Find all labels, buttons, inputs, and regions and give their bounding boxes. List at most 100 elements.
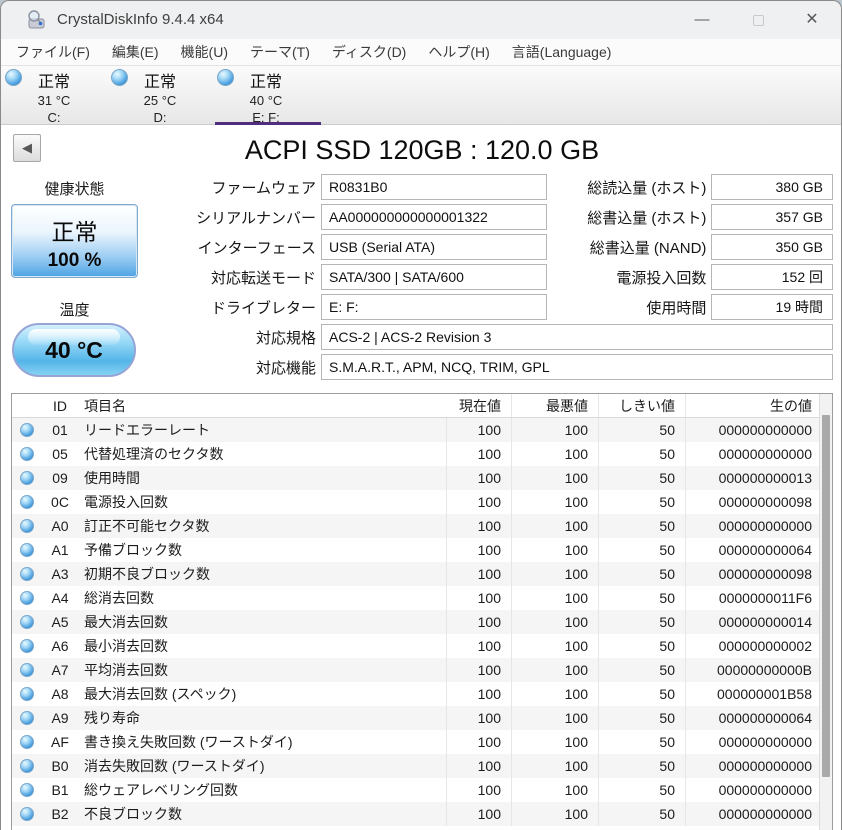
smart-table-row[interactable]: B1 総ウェアレベリング回数 100 100 50 000000000000 — [12, 778, 832, 802]
maximize-button[interactable] — [737, 1, 779, 39]
info-field-label: 総読込量 (ホスト) — [587, 179, 707, 197]
drive-temperature: 31 °C — [37, 93, 71, 108]
attribute-worst: 100 — [512, 562, 599, 586]
attribute-threshold: 50 — [599, 466, 686, 490]
attribute-worst: 100 — [512, 610, 599, 634]
smart-table-row[interactable]: B2 不良ブロック数 100 100 50 000000000000 — [12, 802, 832, 826]
smart-table-row[interactable]: A3 初期不良ブロック数 100 100 50 000000000098 — [12, 562, 832, 586]
attribute-raw-value: 0000000011F6 — [718, 590, 812, 606]
header-worst[interactable]: 最悪値 — [512, 394, 599, 417]
menu-item[interactable]: テーマ(T) — [239, 39, 321, 65]
info-field-label: 対応機能 — [255, 359, 316, 377]
attribute-threshold: 50 — [599, 442, 686, 466]
table-scrollbar-thumb[interactable] — [822, 415, 830, 777]
smart-table-row[interactable]: A9 残り寿命 100 100 50 000000000064 — [12, 706, 832, 730]
drive-tab[interactable]: 正常 25 °C D: — [107, 66, 213, 126]
attribute-threshold: 50 — [599, 514, 686, 538]
menu-item[interactable]: ディスク(D) — [321, 39, 417, 65]
info-field: 使用時間 19 時間 — [547, 294, 833, 320]
info-field: 対応転送モード SATA/300 | SATA/600 — [1, 264, 547, 290]
row-orb-cell — [12, 466, 42, 490]
attribute-current: 100 — [447, 538, 512, 562]
menu-bar: ファイル(F) 編集(E) 機能(U) テーマ(T) ディスク(D) ヘルプ(H) 言語(L… — [1, 39, 841, 65]
smart-table-row[interactable]: B0 消去失敗回数 (ワーストダイ) 100 100 50 0000000000… — [12, 754, 832, 778]
attribute-worst: 100 — [512, 730, 599, 754]
info-field: ファームウェア R0831B0 — [1, 174, 547, 200]
attribute-worst: 100 — [512, 778, 599, 802]
info-field: 対応機能 S.M.A.R.T., APM, NCQ, TRIM, GPL — [1, 354, 833, 380]
table-scrollbar[interactable] — [819, 394, 832, 830]
info-field-value: 19 時間 — [711, 294, 833, 320]
app-window: CrystalDiskInfo 9.4.4 x64 — ✕ ファイル(F) 編集(… — [0, 0, 842, 830]
info-field: ドライブレター E: F: — [1, 294, 547, 320]
menu-item[interactable]: 機能(U) — [170, 39, 239, 65]
smart-table-row[interactable]: 01 リードエラーレート 100 100 50 000000000000 — [12, 418, 832, 442]
attribute-raw-value: 000000000000 — [718, 734, 812, 750]
smart-table-row[interactable]: A4 総消去回数 100 100 50 0000000011F6 — [12, 586, 832, 610]
menu-item[interactable]: ヘルプ(H) — [417, 39, 500, 65]
attribute-status-orb-icon — [20, 639, 34, 653]
attribute-name: 使用時間 — [78, 466, 447, 490]
row-orb-cell — [12, 586, 42, 610]
info-field: シリアルナンバー AA000000000000001322 — [1, 204, 547, 230]
attribute-current: 100 — [447, 562, 512, 586]
smart-table-row[interactable]: A8 最大消去回数 (スペック) 100 100 50 000000001B58 — [12, 682, 832, 706]
drive-tab[interactable]: 正常 40 °C E: F: — [213, 66, 321, 126]
attribute-raw-value: 000000000098 — [718, 494, 812, 510]
attribute-name: 平均消去回数 — [78, 658, 447, 682]
close-button[interactable]: ✕ — [791, 1, 833, 39]
row-orb-cell — [12, 802, 42, 826]
minimize-button[interactable]: — — [681, 1, 723, 39]
menu-item[interactable]: 言語(Language) — [501, 39, 623, 65]
info-field-value: R0831B0 — [321, 174, 547, 200]
header-raw-value[interactable]: 生の値 — [686, 394, 820, 417]
info-field-label: シリアルナンバー — [196, 209, 316, 227]
smart-table-row[interactable]: AF 書き換え失敗回数 (ワーストダイ) 100 100 50 00000000… — [12, 730, 832, 754]
menu-item[interactable]: ファイル(F) — [5, 39, 101, 65]
attribute-raw-value: 000000000000 — [718, 446, 812, 462]
info-field-label: 総書込量 (NAND) — [589, 239, 707, 257]
smart-table-row[interactable]: 09 使用時間 100 100 50 000000000013 — [12, 466, 832, 490]
smart-table-row[interactable]: A6 最小消去回数 100 100 50 000000000002 — [12, 634, 832, 658]
attribute-worst: 100 — [512, 418, 599, 442]
menu-item[interactable]: 編集(E) — [101, 39, 170, 65]
attribute-name: 書き換え失敗回数 (ワーストダイ) — [78, 730, 447, 754]
attribute-name: 最小消去回数 — [78, 634, 447, 658]
drive-tab[interactable]: 正常 31 °C C: — [1, 66, 107, 126]
attribute-threshold: 50 — [599, 418, 686, 442]
attribute-threshold: 50 — [599, 682, 686, 706]
attribute-status-orb-icon — [20, 423, 34, 437]
attribute-status-orb-icon — [20, 711, 34, 725]
attribute-raw-value: 000000000013 — [718, 470, 812, 486]
attribute-raw-value: 000000000002 — [718, 638, 812, 654]
header-id[interactable]: ID — [42, 394, 78, 417]
smart-table-row[interactable]: A5 最大消去回数 100 100 50 000000000014 — [12, 610, 832, 634]
attribute-name: 最大消去回数 — [78, 610, 447, 634]
info-field-label: 総書込量 (ホスト) — [587, 209, 707, 227]
attribute-current: 100 — [447, 586, 512, 610]
info-field-label: ドライブレター — [210, 299, 316, 317]
attribute-raw-value: 000000000064 — [718, 710, 812, 726]
info-field: 総書込量 (NAND) 350 GB — [547, 234, 833, 260]
smart-table-row[interactable]: 0C 電源投入回数 100 100 50 000000000098 — [12, 490, 832, 514]
header-threshold[interactable]: しきい値 — [599, 394, 686, 417]
attribute-raw-value: 000000000000 — [718, 782, 812, 798]
attribute-threshold: 50 — [599, 634, 686, 658]
attribute-worst: 100 — [512, 754, 599, 778]
smart-table-row[interactable]: A0 訂正不可能セクタ数 100 100 50 000000000000 — [12, 514, 832, 538]
attribute-id: A5 — [51, 614, 69, 630]
drive-tab-strip: 正常 31 °C C: 正常 25 °C D: 正常 40 °C E: F: — [1, 65, 841, 125]
attribute-worst: 100 — [512, 682, 599, 706]
info-field-label: 対応規格 — [255, 329, 316, 347]
smart-table-row[interactable]: A1 予備ブロック数 100 100 50 000000000064 — [12, 538, 832, 562]
attribute-current: 100 — [447, 730, 512, 754]
header-current[interactable]: 現在値 — [447, 394, 512, 417]
info-field-label: 使用時間 — [646, 299, 707, 317]
smart-table-row[interactable]: 05 代替処理済のセクタ数 100 100 50 000000000000 — [12, 442, 832, 466]
smart-table-body: 01 リードエラーレート 100 100 50 000000000000 05 … — [12, 418, 832, 826]
attribute-id: A8 — [51, 686, 69, 702]
attribute-threshold: 50 — [599, 586, 686, 610]
smart-table-row[interactable]: A7 平均消去回数 100 100 50 00000000000B — [12, 658, 832, 682]
header-name[interactable]: 項目名 — [78, 394, 447, 417]
attribute-id: A6 — [51, 638, 69, 654]
